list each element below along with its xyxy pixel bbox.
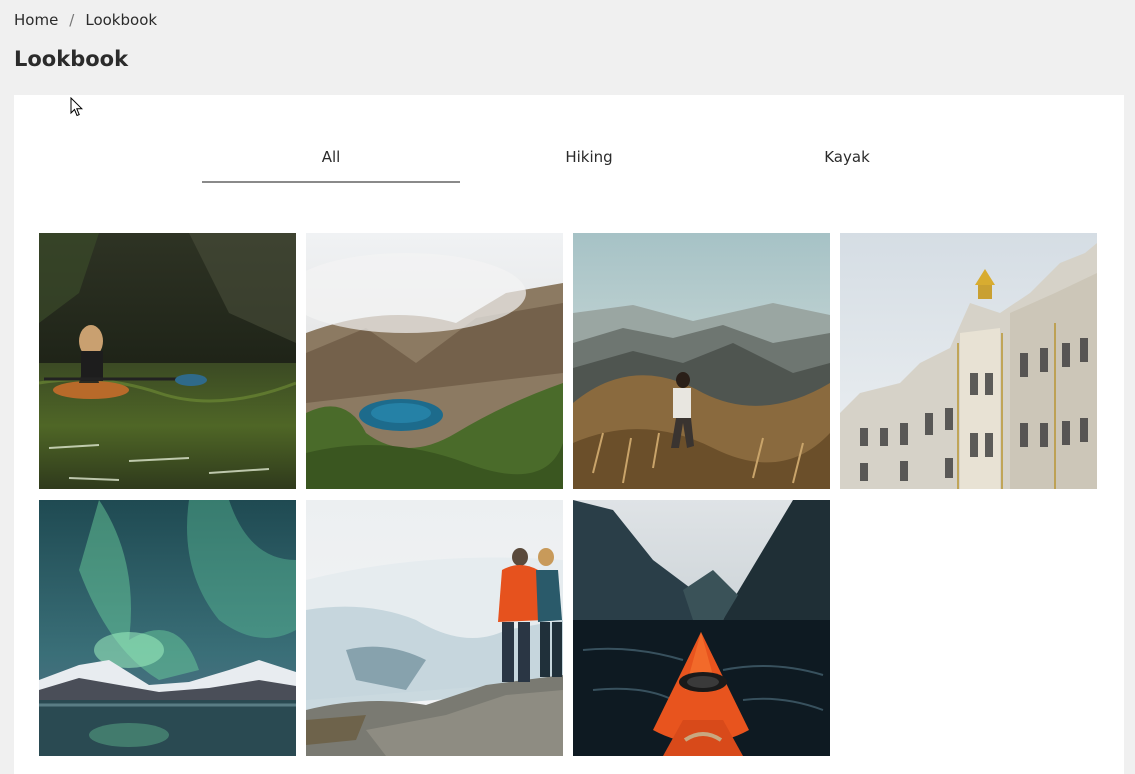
page-title: Lookbook — [14, 47, 129, 71]
gallery-photo-guildhall[interactable] — [840, 233, 1097, 489]
photo-gallery — [39, 233, 1097, 756]
breadcrumb-current: Lookbook — [85, 11, 158, 29]
gallery-photo-river-kayaker[interactable] — [39, 233, 296, 489]
gallery-photo-aurora[interactable] — [39, 500, 296, 756]
filter-tabs: All Hiking Kayak — [202, 135, 976, 183]
breadcrumb-home-link[interactable]: Home — [14, 10, 58, 30]
gallery-photo-crater-lake[interactable] — [306, 233, 563, 489]
tab-kayak[interactable]: Kayak — [718, 135, 976, 183]
mouse-cursor-icon — [70, 97, 84, 117]
lookbook-panel: All Hiking Kayak — [14, 95, 1124, 774]
tab-hiking[interactable]: Hiking — [460, 135, 718, 183]
breadcrumb: Home / Lookbook — [14, 10, 157, 30]
gallery-photo-fjord-kayak[interactable] — [573, 500, 830, 756]
gallery-photo-two-hikers[interactable] — [306, 500, 563, 756]
gallery-photo-grassland-hiker[interactable] — [573, 233, 830, 489]
breadcrumb-separator: / — [69, 11, 75, 29]
tab-all[interactable]: All — [202, 135, 460, 183]
